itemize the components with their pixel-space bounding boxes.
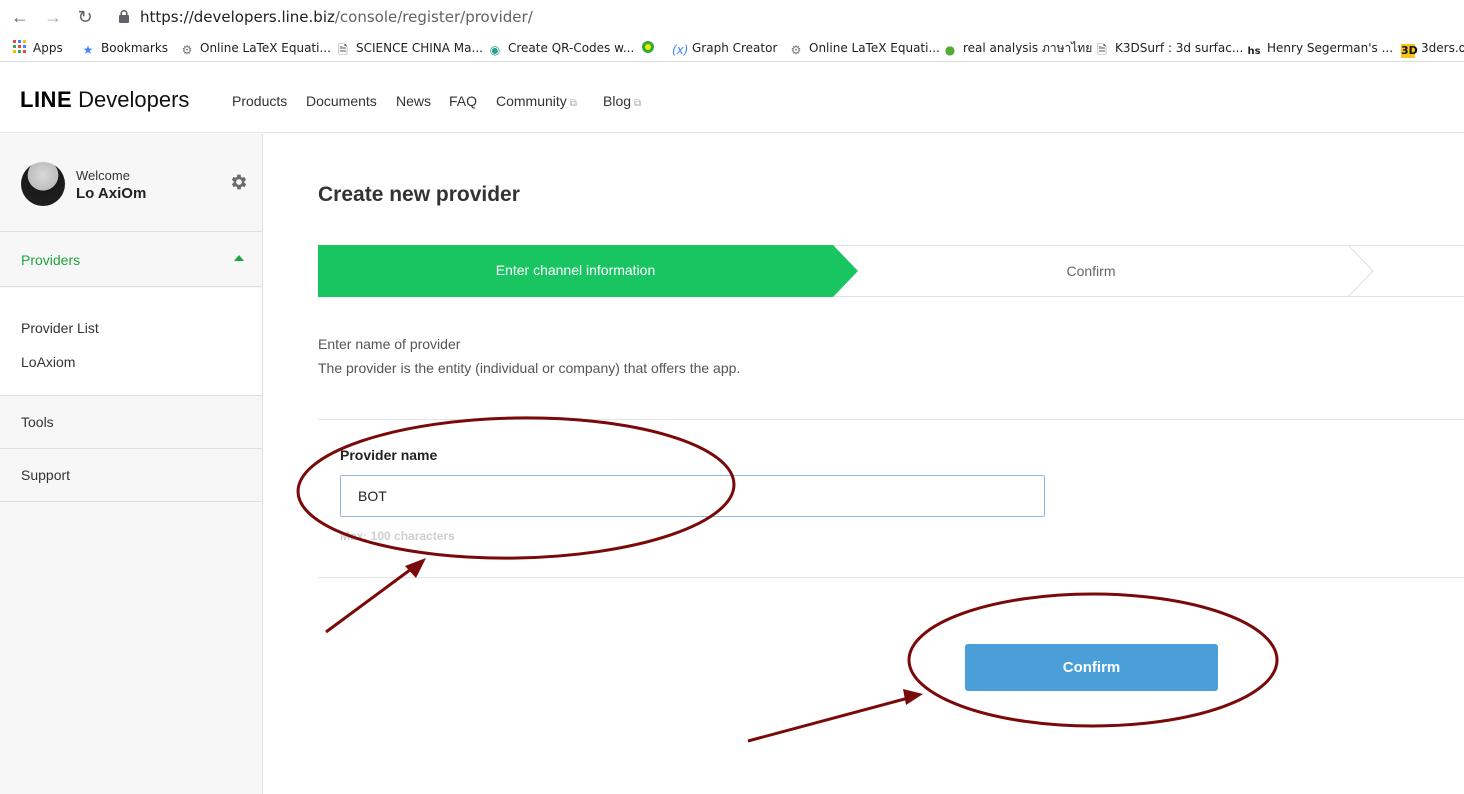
nav-blog-label: Blog [603, 93, 632, 109]
provider-name-hint: Max: 100 characters [340, 529, 455, 543]
providers-label: Providers [21, 252, 81, 268]
username: Lo AxiOm [76, 185, 147, 202]
description-text: The provider is the entity (individual o… [318, 360, 741, 376]
star-icon: ★ [82, 43, 94, 57]
progress-steps: Enter channel information Confirm [318, 245, 1464, 297]
lock-icon [119, 10, 129, 23]
bookmark-label: Online LaTeX Equati... [809, 41, 940, 55]
bookmark-apps[interactable]: Apps [13, 39, 63, 57]
divider [318, 577, 1464, 578]
annotation-arrow-input [325, 558, 426, 634]
description-heading: Enter name of provider [318, 336, 461, 352]
bookmark-label: Henry Segerman's ... [1267, 41, 1394, 55]
bookmark-latex-2[interactable]: ⚙ Online LaTeX Equati... [789, 39, 940, 57]
bookmark-label: K3DSurf : 3d surfac... [1115, 41, 1244, 55]
settings-gear-icon[interactable] [229, 172, 249, 192]
bookmark-label: real analysis ภาษาไทย [963, 41, 1093, 55]
nav-news[interactable]: News [396, 93, 431, 109]
gear-icon: ⚙ [790, 43, 802, 57]
browser-toolbar: ← → ↻ https://developers.line.biz/consol… [0, 0, 1464, 34]
nav-blog[interactable]: Blog ⧉ [603, 93, 641, 109]
page-title: Create new provider [318, 183, 520, 206]
bookmark-graph-creator[interactable]: (x) Graph Creator [672, 39, 777, 57]
sidebar-item-tools[interactable]: Tools [0, 396, 262, 449]
bookmark-label: SCIENCE CHINA Ma... [356, 41, 483, 55]
annotation-arrow-button [747, 689, 923, 743]
url-path: /console/register/provider/ [334, 8, 533, 26]
sidebar-item-loaxiom[interactable]: LoAxiom [21, 354, 75, 370]
sidebar-item-support[interactable]: Support [0, 449, 262, 502]
site-icon: ● [944, 43, 956, 57]
forward-arrow-icon[interactable]: → [42, 6, 64, 28]
bookmark-k3dsurf[interactable]: 🗎 K3DSurf : 3d surfac... [1095, 39, 1243, 57]
address-bar[interactable]: https://developers.line.biz/console/regi… [140, 8, 533, 26]
providers-submenu: Provider List LoAxiom [0, 288, 262, 396]
bookmark-latex-1[interactable]: ⚙ Online LaTeX Equati... [180, 39, 331, 57]
nav-community-label: Community [496, 93, 567, 109]
logo-line: LINE [20, 87, 73, 112]
sidebar: Welcome Lo AxiOm Providers Provider List… [0, 134, 263, 794]
bookmark-label: Bookmarks [101, 41, 169, 55]
nav-documents[interactable]: Documents [306, 93, 377, 109]
avatar[interactable] [21, 162, 65, 206]
page-icon: 🗎 [1097, 43, 1107, 57]
gear-icon: ⚙ [181, 43, 193, 57]
user-panel: Welcome Lo AxiOm [0, 134, 262, 232]
apps-grid-icon [13, 40, 27, 54]
external-link-icon: ⧉ [634, 98, 642, 109]
bookmark-bookmarks[interactable]: ★ Bookmarks [81, 39, 168, 57]
external-link-icon: ⧉ [569, 98, 577, 109]
site-header: LINE Developers Products Documents News F… [0, 67, 1464, 133]
fx-icon: (x) [672, 43, 689, 57]
line-developers-logo[interactable]: LINE Developers [20, 87, 189, 113]
bookmark-label: Graph Creator [692, 41, 778, 55]
caret-up-icon [234, 255, 244, 261]
step-enter-channel-info: Enter channel information [318, 245, 858, 297]
sidebar-item-provider-list[interactable]: Provider List [21, 320, 99, 336]
bookmark-circle[interactable] [641, 39, 661, 57]
nav-products[interactable]: Products [232, 93, 287, 109]
page-icon: 🗎 [338, 43, 348, 57]
step-1-label: Enter channel information [495, 262, 656, 278]
welcome-text: Welcome [76, 168, 130, 183]
bookmark-science-china[interactable]: 🗎 SCIENCE CHINA Ma... [336, 39, 483, 57]
hs-icon: hs [1247, 46, 1261, 57]
sidebar-item-providers[interactable]: Providers [0, 233, 262, 287]
tools-label: Tools [21, 414, 54, 430]
nav-community[interactable]: Community ⧉ [496, 93, 577, 109]
bookmark-label: Online LaTeX Equati... [200, 41, 331, 55]
back-arrow-icon[interactable]: ← [9, 6, 31, 28]
step-2-label: Confirm [1066, 263, 1116, 279]
bookmark-qr-codes[interactable]: ◉ Create QR-Codes w... [488, 39, 635, 57]
bookmark-henry-segerman[interactable]: hs Henry Segerman's ... [1247, 39, 1393, 57]
logo-developers: Developers [78, 87, 190, 112]
divider [318, 419, 1464, 420]
bookmark-label: Apps [33, 41, 63, 55]
bookmark-real-analysis[interactable]: ● real analysis ภาษาไทย [943, 39, 1092, 57]
reload-icon[interactable]: ↻ [74, 6, 96, 28]
circle-icon [641, 40, 655, 54]
qr-icon: ◉ [489, 43, 501, 57]
bookmark-label: 3ders.o [1421, 41, 1464, 55]
3d-icon: 3D [1401, 44, 1418, 58]
provider-name-input[interactable] [340, 475, 1045, 517]
confirm-button[interactable]: Confirm [965, 644, 1218, 691]
support-label: Support [21, 467, 71, 483]
bookmarks-bar: Apps ★ Bookmarks ⚙ Online LaTeX Equati... … [0, 34, 1464, 62]
nav-faq[interactable]: FAQ [449, 93, 477, 109]
bookmark-label: Create QR-Codes w... [508, 41, 635, 55]
provider-name-label: Provider name [340, 447, 438, 463]
url-host: https://developers.line.biz [140, 8, 335, 26]
bookmark-3ders[interactable]: 3D 3ders.o [1401, 39, 1464, 58]
